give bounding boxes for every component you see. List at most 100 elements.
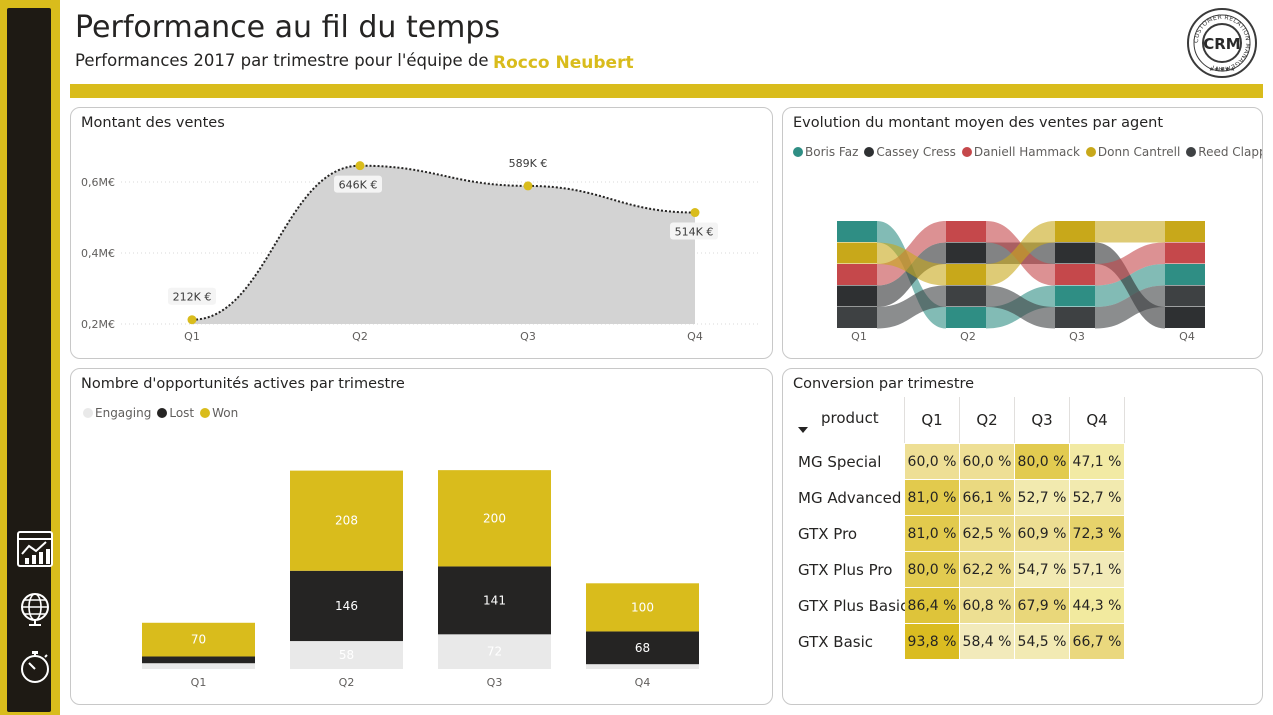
matrix-cell[interactable]: 60,9 % xyxy=(1015,516,1070,552)
opps-x-tick: Q3 xyxy=(487,676,503,689)
stopwatch-icon[interactable] xyxy=(16,648,54,686)
agent-segment xyxy=(1055,285,1095,307)
opps-x-tick: Q4 xyxy=(635,676,651,689)
column-header[interactable]: Q1 xyxy=(905,397,960,443)
agent-segment xyxy=(837,264,877,285)
bar-data-label: 58 xyxy=(339,648,354,662)
matrix-cell[interactable]: 54,5 % xyxy=(1015,624,1070,660)
agent-segment xyxy=(1055,307,1095,328)
sales-y-tick: 0,6M€ xyxy=(81,176,115,189)
ribbon-x-tick: Q1 xyxy=(851,330,867,343)
agent-segment xyxy=(1165,242,1205,264)
matrix-cell[interactable]: 60,0 % xyxy=(905,444,960,480)
agent-segment xyxy=(946,264,986,285)
matrix-cell[interactable]: 72,3 % xyxy=(1070,516,1125,552)
agent-segment xyxy=(946,221,986,242)
matrix-cell[interactable]: 62,5 % xyxy=(960,516,1015,552)
agent-segment xyxy=(837,285,877,307)
matrix-cell[interactable]: 52,7 % xyxy=(1015,480,1070,516)
column-header[interactable]: Q4 xyxy=(1070,397,1125,443)
sales-data-label: 589K € xyxy=(509,157,548,170)
agent-ribbon xyxy=(1095,221,1165,243)
sales-y-tick: 0,4M€ xyxy=(81,247,115,260)
conversion-title: Conversion par trimestre xyxy=(793,376,975,392)
opps-x-tick: Q1 xyxy=(191,676,207,689)
bar-data-label: 70 xyxy=(191,633,206,647)
svg-text:★★★★★: ★★★★★ xyxy=(1209,66,1236,73)
matrix-cell[interactable]: 60,8 % xyxy=(960,588,1015,624)
globe-icon[interactable] xyxy=(16,590,54,628)
matrix-cell[interactable]: 52,7 % xyxy=(1070,480,1125,516)
bar-data-label: 141 xyxy=(483,593,506,607)
sales-x-tick: Q1 xyxy=(184,330,200,343)
header-divider-bar xyxy=(70,84,1263,98)
matrix-cell[interactable]: 66,7 % xyxy=(1070,624,1125,660)
bar-data-label: 146 xyxy=(335,599,358,613)
conversion-panel[interactable]: Conversion par trimestre product Q1 Q2 Q3 Q4… xyxy=(782,368,1263,705)
sales-data-label: 514K € xyxy=(675,226,714,239)
sort-desc-icon[interactable] xyxy=(798,427,808,433)
sidebar xyxy=(0,0,60,715)
row-label: GTX Pro xyxy=(798,525,858,543)
matrix-cell[interactable]: 80,0 % xyxy=(1015,444,1070,480)
agent-segment xyxy=(946,307,986,328)
active-opportunities-panel[interactable]: Nombre d'opportunités actives par trimes… xyxy=(70,368,773,705)
matrix-cell[interactable]: 54,7 % xyxy=(1015,552,1070,588)
bar-data-label: 200 xyxy=(483,511,506,525)
agent-segment xyxy=(946,285,986,307)
logo-text: CRM xyxy=(1203,35,1241,53)
sales-point xyxy=(187,315,197,325)
row-label: GTX Plus Basic xyxy=(798,597,909,615)
matrix-cell[interactable]: 44,3 % xyxy=(1070,588,1125,624)
matrix-cell[interactable]: 81,0 % xyxy=(905,480,960,516)
sidebar-panel xyxy=(7,8,54,712)
agent-segment xyxy=(1055,221,1095,242)
matrix-cell[interactable]: 80,0 % xyxy=(905,552,960,588)
sales-amount-panel[interactable]: Montant des ventes 0,2M€ 0,4M€ 0,6M€ 212K €… xyxy=(70,107,773,359)
agent-segment xyxy=(837,307,877,328)
column-header[interactable]: Q3 xyxy=(1015,397,1070,443)
row-header[interactable]: product xyxy=(793,397,905,443)
column-header[interactable]: Q2 xyxy=(960,397,1015,443)
sales-area xyxy=(192,165,695,324)
agent-segment xyxy=(1055,264,1095,285)
matrix-cell[interactable]: 58,4 % xyxy=(960,624,1015,660)
sales-point xyxy=(355,161,365,171)
matrix-cell[interactable]: 93,8 % xyxy=(905,624,960,660)
matrix-cell[interactable]: 57,1 % xyxy=(1070,552,1125,588)
matrix-cell[interactable]: 47,1 % xyxy=(1070,444,1125,480)
matrix-cell[interactable]: 81,0 % xyxy=(905,516,960,552)
sales-x-tick: Q3 xyxy=(520,330,536,343)
ribbon-x-tick: Q3 xyxy=(1069,330,1085,343)
agent-ribbon-chart: Q1 Q2 Q3 Q4 xyxy=(837,221,1205,343)
opps-x-tick: Q2 xyxy=(339,676,355,689)
sales-x-tick: Q4 xyxy=(687,330,703,343)
bar-segment-engaging xyxy=(586,664,699,669)
matrix-cell[interactable]: 62,2 % xyxy=(960,552,1015,588)
matrix-cell[interactable]: 67,9 % xyxy=(1015,588,1070,624)
agent-segment xyxy=(837,221,877,242)
dashboard-chart-icon[interactable] xyxy=(16,530,54,568)
crm-logo: CUSTOMER RELATION MANAGEMENT CRM ★★★★★ xyxy=(1186,7,1258,79)
row-label: MG Special xyxy=(798,453,882,471)
ribbon-x-tick: Q2 xyxy=(960,330,976,343)
page-title: Performance au fil du temps xyxy=(75,10,501,45)
sales-point xyxy=(690,208,700,218)
matrix-cell[interactable]: 66,1 % xyxy=(960,480,1015,516)
agent-segment xyxy=(946,242,986,264)
row-label: MG Advanced xyxy=(798,489,902,507)
bar-segment-lost xyxy=(142,656,255,664)
agent-segment xyxy=(1165,307,1205,328)
sales-y-tick: 0,2M€ xyxy=(81,318,115,331)
opportunities-stacked-bar-chart: 70 Q1 58 146 208 Q2 72 141 200 Q3 68 100 Q4 xyxy=(142,470,699,689)
bar-segment-engaging xyxy=(142,663,255,669)
row-label: GTX Plus Pro xyxy=(798,561,893,579)
sales-x-tick: Q2 xyxy=(352,330,368,343)
matrix-cell[interactable]: 86,4 % xyxy=(905,588,960,624)
matrix-cell[interactable]: 60,0 % xyxy=(960,444,1015,480)
sales-data-label: 646K € xyxy=(339,179,378,192)
agent-evolution-panel[interactable]: Evolution du montant moyen des ventes pa… xyxy=(782,107,1263,359)
row-label: GTX Basic xyxy=(798,633,874,651)
bar-data-label: 72 xyxy=(487,645,502,659)
bar-data-label: 208 xyxy=(335,514,358,528)
